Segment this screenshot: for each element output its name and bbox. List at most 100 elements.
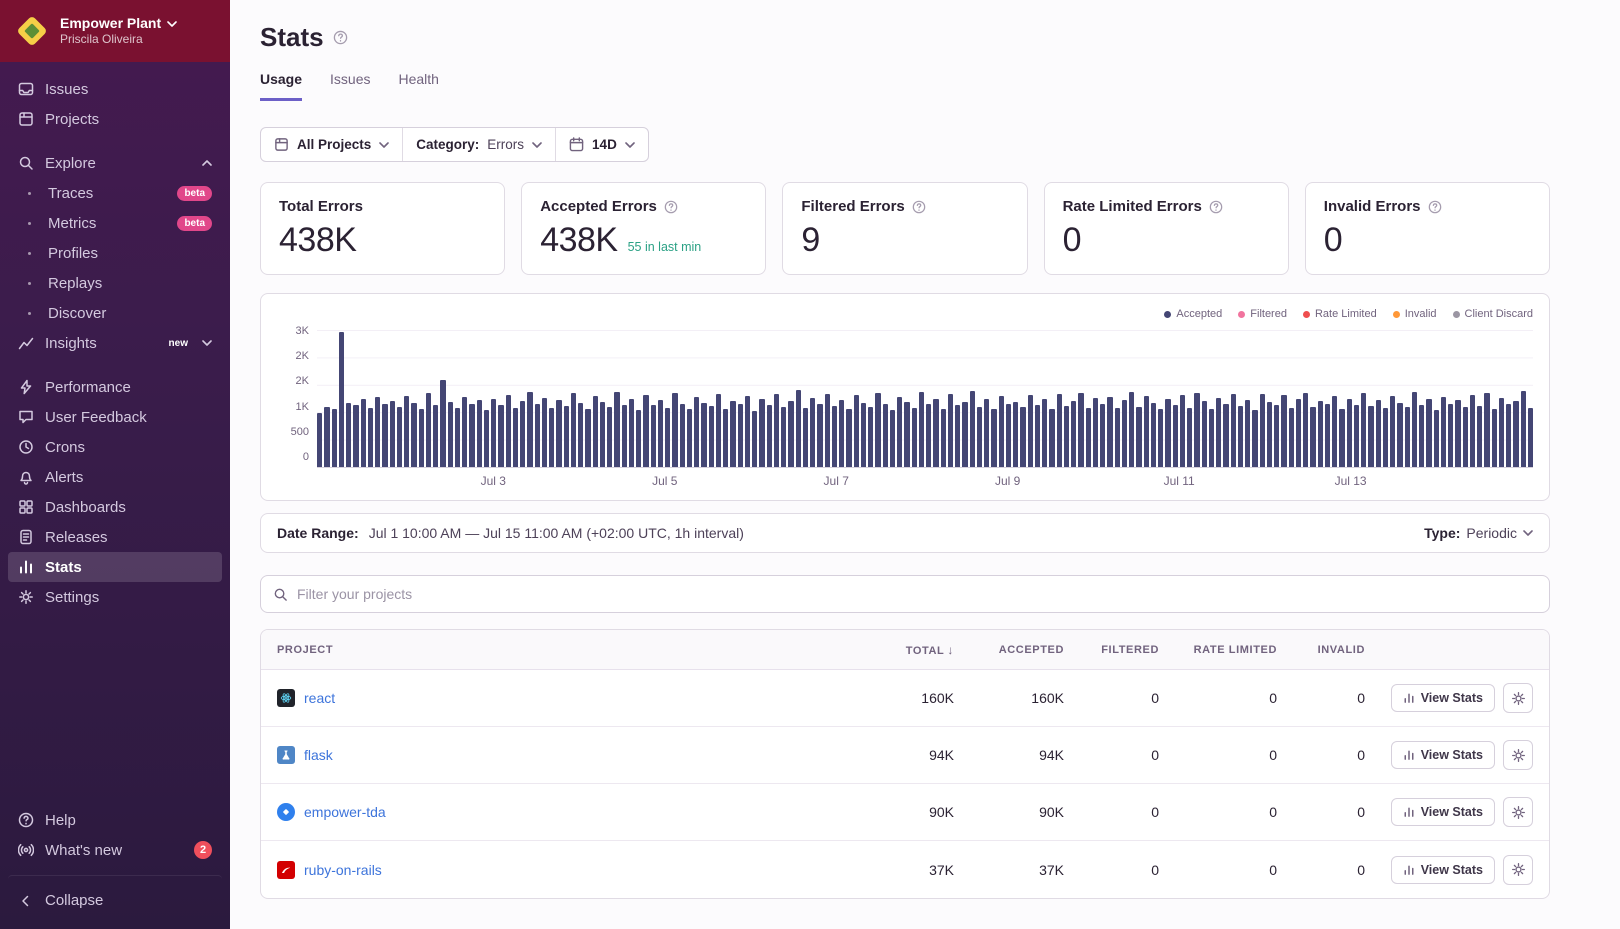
chart-bar[interactable] (1455, 400, 1460, 467)
chart-bar[interactable] (361, 399, 366, 467)
chart-bar[interactable] (672, 393, 677, 467)
tab-health[interactable]: Health (399, 71, 439, 101)
legend-item-client-discard[interactable]: Client Discard (1453, 308, 1533, 320)
help-icon[interactable] (1428, 200, 1442, 214)
chart-bar[interactable] (687, 409, 692, 467)
chart-bar[interactable] (535, 404, 540, 467)
chart-bar[interactable] (709, 406, 714, 467)
chart-bar[interactable] (411, 403, 416, 467)
chart-bar[interactable] (513, 408, 518, 467)
chart-bar[interactable] (1071, 401, 1076, 467)
chart-bar[interactable] (730, 401, 735, 467)
chart-bar[interactable] (897, 397, 902, 467)
chart-bar[interactable] (1339, 409, 1344, 467)
sidebar-item-performance[interactable]: Performance (8, 372, 222, 402)
chart-bar[interactable] (324, 407, 329, 467)
chart-bar[interactable] (1274, 405, 1279, 467)
chart-bar[interactable] (912, 408, 917, 467)
chart-bar[interactable] (1397, 403, 1402, 467)
chart-bar[interactable] (1499, 398, 1504, 467)
chart-bar[interactable] (1513, 401, 1518, 467)
chart-bar[interactable] (955, 405, 960, 467)
chart-bar[interactable] (701, 403, 706, 467)
chart-bar[interactable] (854, 395, 859, 467)
chart-bar[interactable] (332, 409, 337, 467)
chart-bar[interactable] (716, 394, 721, 467)
tab-issues[interactable]: Issues (330, 71, 370, 101)
column-header-filtered[interactable]: Filtered (1064, 644, 1159, 656)
chart-bar[interactable] (658, 400, 663, 467)
project-link[interactable]: empower-tda (304, 804, 386, 820)
chart-bar[interactable] (846, 409, 851, 467)
sidebar-item-discover[interactable]: Discover (8, 298, 222, 328)
chart-bar[interactable] (1158, 409, 1163, 467)
sidebar-item-crons[interactable]: Crons (8, 432, 222, 462)
chart-bar[interactable] (1100, 404, 1105, 467)
chart-bar[interactable] (1354, 405, 1359, 467)
chart-bar[interactable] (738, 404, 743, 467)
chart-bar[interactable] (745, 396, 750, 467)
project-link[interactable]: ruby-on-rails (304, 862, 382, 878)
chart-bar[interactable] (680, 404, 685, 467)
search-input[interactable] (297, 586, 1537, 602)
column-header-accepted[interactable]: Accepted (954, 644, 1064, 656)
chart-bar[interactable] (890, 410, 895, 467)
help-icon[interactable] (664, 200, 678, 214)
chart-bar[interactable] (1405, 407, 1410, 467)
chart-bar[interactable] (817, 404, 822, 467)
chart-bar[interactable] (571, 393, 576, 467)
chart-bar[interactable] (1463, 407, 1468, 467)
chart-bar[interactable] (1477, 406, 1482, 467)
chart-bar[interactable] (1209, 409, 1214, 467)
column-header-rate-limited[interactable]: Rate Limited (1159, 644, 1277, 656)
project-link[interactable]: flask (304, 747, 333, 763)
chart-bar[interactable] (1376, 400, 1381, 467)
chart-bar[interactable] (622, 405, 627, 467)
chart-bar[interactable] (962, 402, 967, 467)
chart-bar[interactable] (1028, 395, 1033, 467)
chart-bar[interactable] (527, 392, 532, 467)
category-filter-dropdown[interactable]: Category: Errors (402, 128, 555, 161)
legend-item-accepted[interactable]: Accepted (1164, 308, 1222, 320)
chart-bar[interactable] (404, 396, 409, 467)
chart-bar[interactable] (984, 399, 989, 467)
chart-bar[interactable] (1129, 392, 1134, 467)
chart-bar[interactable] (600, 402, 605, 467)
chart-bar[interactable] (491, 399, 496, 467)
project-filter-dropdown[interactable]: All Projects (261, 128, 402, 161)
chart-bar[interactable] (1281, 395, 1286, 467)
sidebar-item-dashboards[interactable]: Dashboards (8, 492, 222, 522)
chart-bar[interactable] (1310, 407, 1315, 467)
chart-bar[interactable] (875, 393, 880, 467)
chart-bar[interactable] (353, 405, 358, 467)
chart-bar[interactable] (1151, 403, 1156, 467)
chart-bar[interactable] (1318, 401, 1323, 467)
chart-bar[interactable] (1426, 399, 1431, 467)
chart-bar[interactable] (1245, 400, 1250, 467)
chart-bar[interactable] (1202, 401, 1207, 467)
chart-bar[interactable] (1434, 410, 1439, 467)
chart-bar[interactable] (926, 404, 931, 467)
chart-bar[interactable] (1441, 397, 1446, 467)
sidebar-item-help[interactable]: Help (8, 805, 222, 835)
sidebar-item-profiles[interactable]: Profiles (8, 238, 222, 268)
chart-bar[interactable] (752, 411, 757, 467)
chart-bar[interactable] (1470, 395, 1475, 467)
date-range-dropdown[interactable]: 14D (555, 128, 648, 161)
chart-bar[interactable] (462, 397, 467, 467)
chart-bar[interactable] (1390, 396, 1395, 467)
chart-bar[interactable] (542, 398, 547, 467)
chart-bar[interactable] (861, 403, 866, 467)
org-switcher[interactable]: Empower Plant Priscila Oliveira (0, 0, 230, 62)
chart-bar[interactable] (1042, 399, 1047, 467)
chart-bar[interactable] (1013, 402, 1018, 467)
chart-bar[interactable] (578, 403, 583, 467)
chart-bar[interactable] (904, 402, 909, 467)
sidebar-item-whats-new[interactable]: What's new 2 (8, 835, 222, 865)
view-stats-button[interactable]: View Stats (1391, 741, 1495, 769)
chart-bar[interactable] (484, 410, 489, 467)
chart-bar[interactable] (636, 410, 641, 467)
chart-bar[interactable] (1049, 409, 1054, 467)
chart-bar[interactable] (651, 405, 656, 467)
view-stats-button[interactable]: View Stats (1391, 684, 1495, 712)
